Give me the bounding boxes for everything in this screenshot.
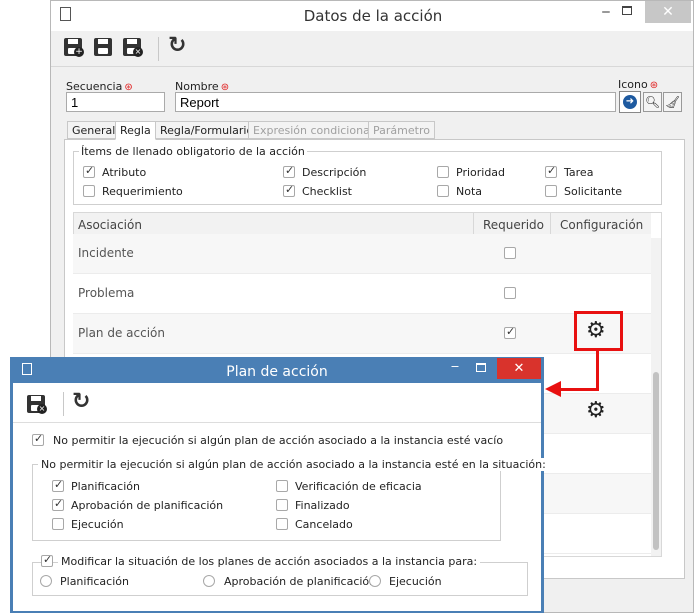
- maximize-button[interactable]: [622, 6, 632, 15]
- icono-label: Icono: [618, 78, 658, 91]
- requerido-checkbox[interactable]: [504, 247, 516, 259]
- toolbar-separator: [63, 392, 64, 416]
- requerimiento-label: Requerimiento: [102, 185, 183, 198]
- prioridad-label: Prioridad: [456, 166, 506, 179]
- gear-icon[interactable]: ⚙: [586, 320, 606, 342]
- arrow-head-icon: [545, 381, 561, 397]
- header-asociacion: Asociación: [78, 218, 142, 232]
- items-group-legend: Ítems de llenado obligatorio de la acció…: [79, 145, 307, 158]
- radio-aprobacion-label: Aprobación de planificación: [224, 575, 377, 588]
- solicitante-checkbox[interactable]: [545, 185, 557, 197]
- toolbar-separator: [158, 37, 159, 61]
- cancelado-label: Cancelado: [295, 518, 353, 531]
- nota-checkbox[interactable]: [437, 185, 449, 197]
- save-button[interactable]: [94, 38, 114, 58]
- tarea-label: Tarea: [564, 166, 594, 179]
- row-asociacion: Problema: [78, 286, 135, 300]
- ejecucion-label: Ejecución: [71, 518, 124, 531]
- radio-ejecucion[interactable]: [369, 575, 381, 587]
- refresh-button[interactable]: ↻: [168, 33, 186, 58]
- nombre-field[interactable]: [175, 92, 616, 112]
- clear-icon-button[interactable]: 🧹︎: [663, 92, 682, 112]
- save-icon: [94, 38, 112, 56]
- dialog-refresh-button[interactable]: ↻: [72, 389, 90, 414]
- requerimiento-checkbox[interactable]: [83, 185, 95, 197]
- dialog-close-button[interactable]: ✕: [497, 358, 541, 379]
- row-asociacion: Incidente: [78, 246, 134, 260]
- header-requerido: Requerido: [483, 218, 545, 232]
- scrollbar-thumb[interactable]: [653, 372, 659, 550]
- icon-preview[interactable]: ➜: [619, 91, 641, 113]
- modify-group-legend: Modificar la situación de los planes de …: [58, 555, 481, 568]
- connector-line-vertical: [596, 350, 599, 390]
- main-toolbar: [51, 31, 693, 67]
- close-button[interactable]: ✕: [645, 1, 691, 23]
- dialog-maximize-button[interactable]: [476, 363, 486, 372]
- radio-aprobacion[interactable]: [203, 575, 215, 587]
- modify-group-checkbox[interactable]: [41, 553, 53, 567]
- minimize-button[interactable]: ‒: [596, 4, 616, 24]
- nota-label: Nota: [456, 185, 483, 198]
- finalizado-label: Finalizado: [295, 499, 350, 512]
- arrow-right-icon: ➜: [623, 95, 637, 109]
- dialog-minimize-button[interactable]: ‒: [445, 359, 465, 377]
- situation-group-legend: No permitir la ejecución si algún plan d…: [38, 458, 549, 471]
- tarea-checkbox[interactable]: [545, 164, 557, 178]
- prioridad-checkbox[interactable]: [437, 166, 449, 178]
- dialog-toolbar-divider: [13, 422, 541, 423]
- checklist-checkbox[interactable]: [283, 183, 295, 197]
- radio-planificacion[interactable]: [40, 575, 52, 587]
- aprobacion-label: Aprobación de planificación: [71, 499, 224, 512]
- atributo-checkbox[interactable]: [83, 164, 95, 178]
- tab-general[interactable]: General: [67, 121, 121, 139]
- cancelado-checkbox[interactable]: [276, 518, 288, 530]
- header-configuracion: Configuración: [560, 218, 644, 232]
- verificacion-label: Verificación de eficacia: [295, 480, 422, 493]
- option-empty-label: No permitir la ejecución si algún plan d…: [53, 434, 504, 447]
- aprobacion-checkbox[interactable]: [52, 497, 64, 511]
- row-asociacion: Plan de acción: [78, 326, 165, 340]
- option-empty-checkbox[interactable]: [32, 432, 44, 446]
- descripcion-label: Descripción: [302, 166, 367, 179]
- requerido-checkbox[interactable]: [504, 287, 516, 299]
- radio-planificacion-label: Planificación: [60, 575, 129, 588]
- verificacion-checkbox[interactable]: [276, 480, 288, 492]
- search-icon-button[interactable]: 🔍︎: [643, 92, 662, 112]
- connector-line-horizontal: [560, 388, 599, 391]
- radio-ejecucion-label: Ejecución: [389, 575, 442, 588]
- finalizado-checkbox[interactable]: [276, 499, 288, 511]
- checklist-label: Checklist: [302, 185, 352, 198]
- table-row[interactable]: Incidente: [73, 234, 651, 274]
- table-row[interactable]: Plan de acción: [73, 314, 651, 354]
- descripcion-checkbox[interactable]: [283, 164, 295, 178]
- tab-regla-formulario[interactable]: Regla/Formulario: [155, 121, 259, 139]
- solicitante-label: Solicitante: [564, 185, 623, 198]
- requerido-checkbox[interactable]: [504, 325, 516, 339]
- tab-expresion-condicional[interactable]: Expresión condicional: [248, 121, 378, 139]
- save-close-button[interactable]: ×: [123, 38, 143, 58]
- main-window-title: Datos de la acción: [303, 7, 443, 25]
- table-row[interactable]: Problema: [73, 274, 651, 314]
- planificacion-label: Planificación: [71, 480, 140, 493]
- gear-icon[interactable]: ⚙: [586, 400, 606, 422]
- dialog-save-close-button[interactable]: ×: [27, 395, 47, 415]
- save-new-button[interactable]: +: [64, 38, 84, 58]
- secuencia-field[interactable]: [66, 92, 165, 112]
- ejecucion-checkbox[interactable]: [52, 518, 64, 530]
- tab-parametro[interactable]: Parámetro: [368, 121, 435, 139]
- planificacion-checkbox[interactable]: [52, 478, 64, 492]
- tab-regla[interactable]: Regla: [115, 121, 156, 140]
- atributo-label: Atributo: [102, 166, 147, 179]
